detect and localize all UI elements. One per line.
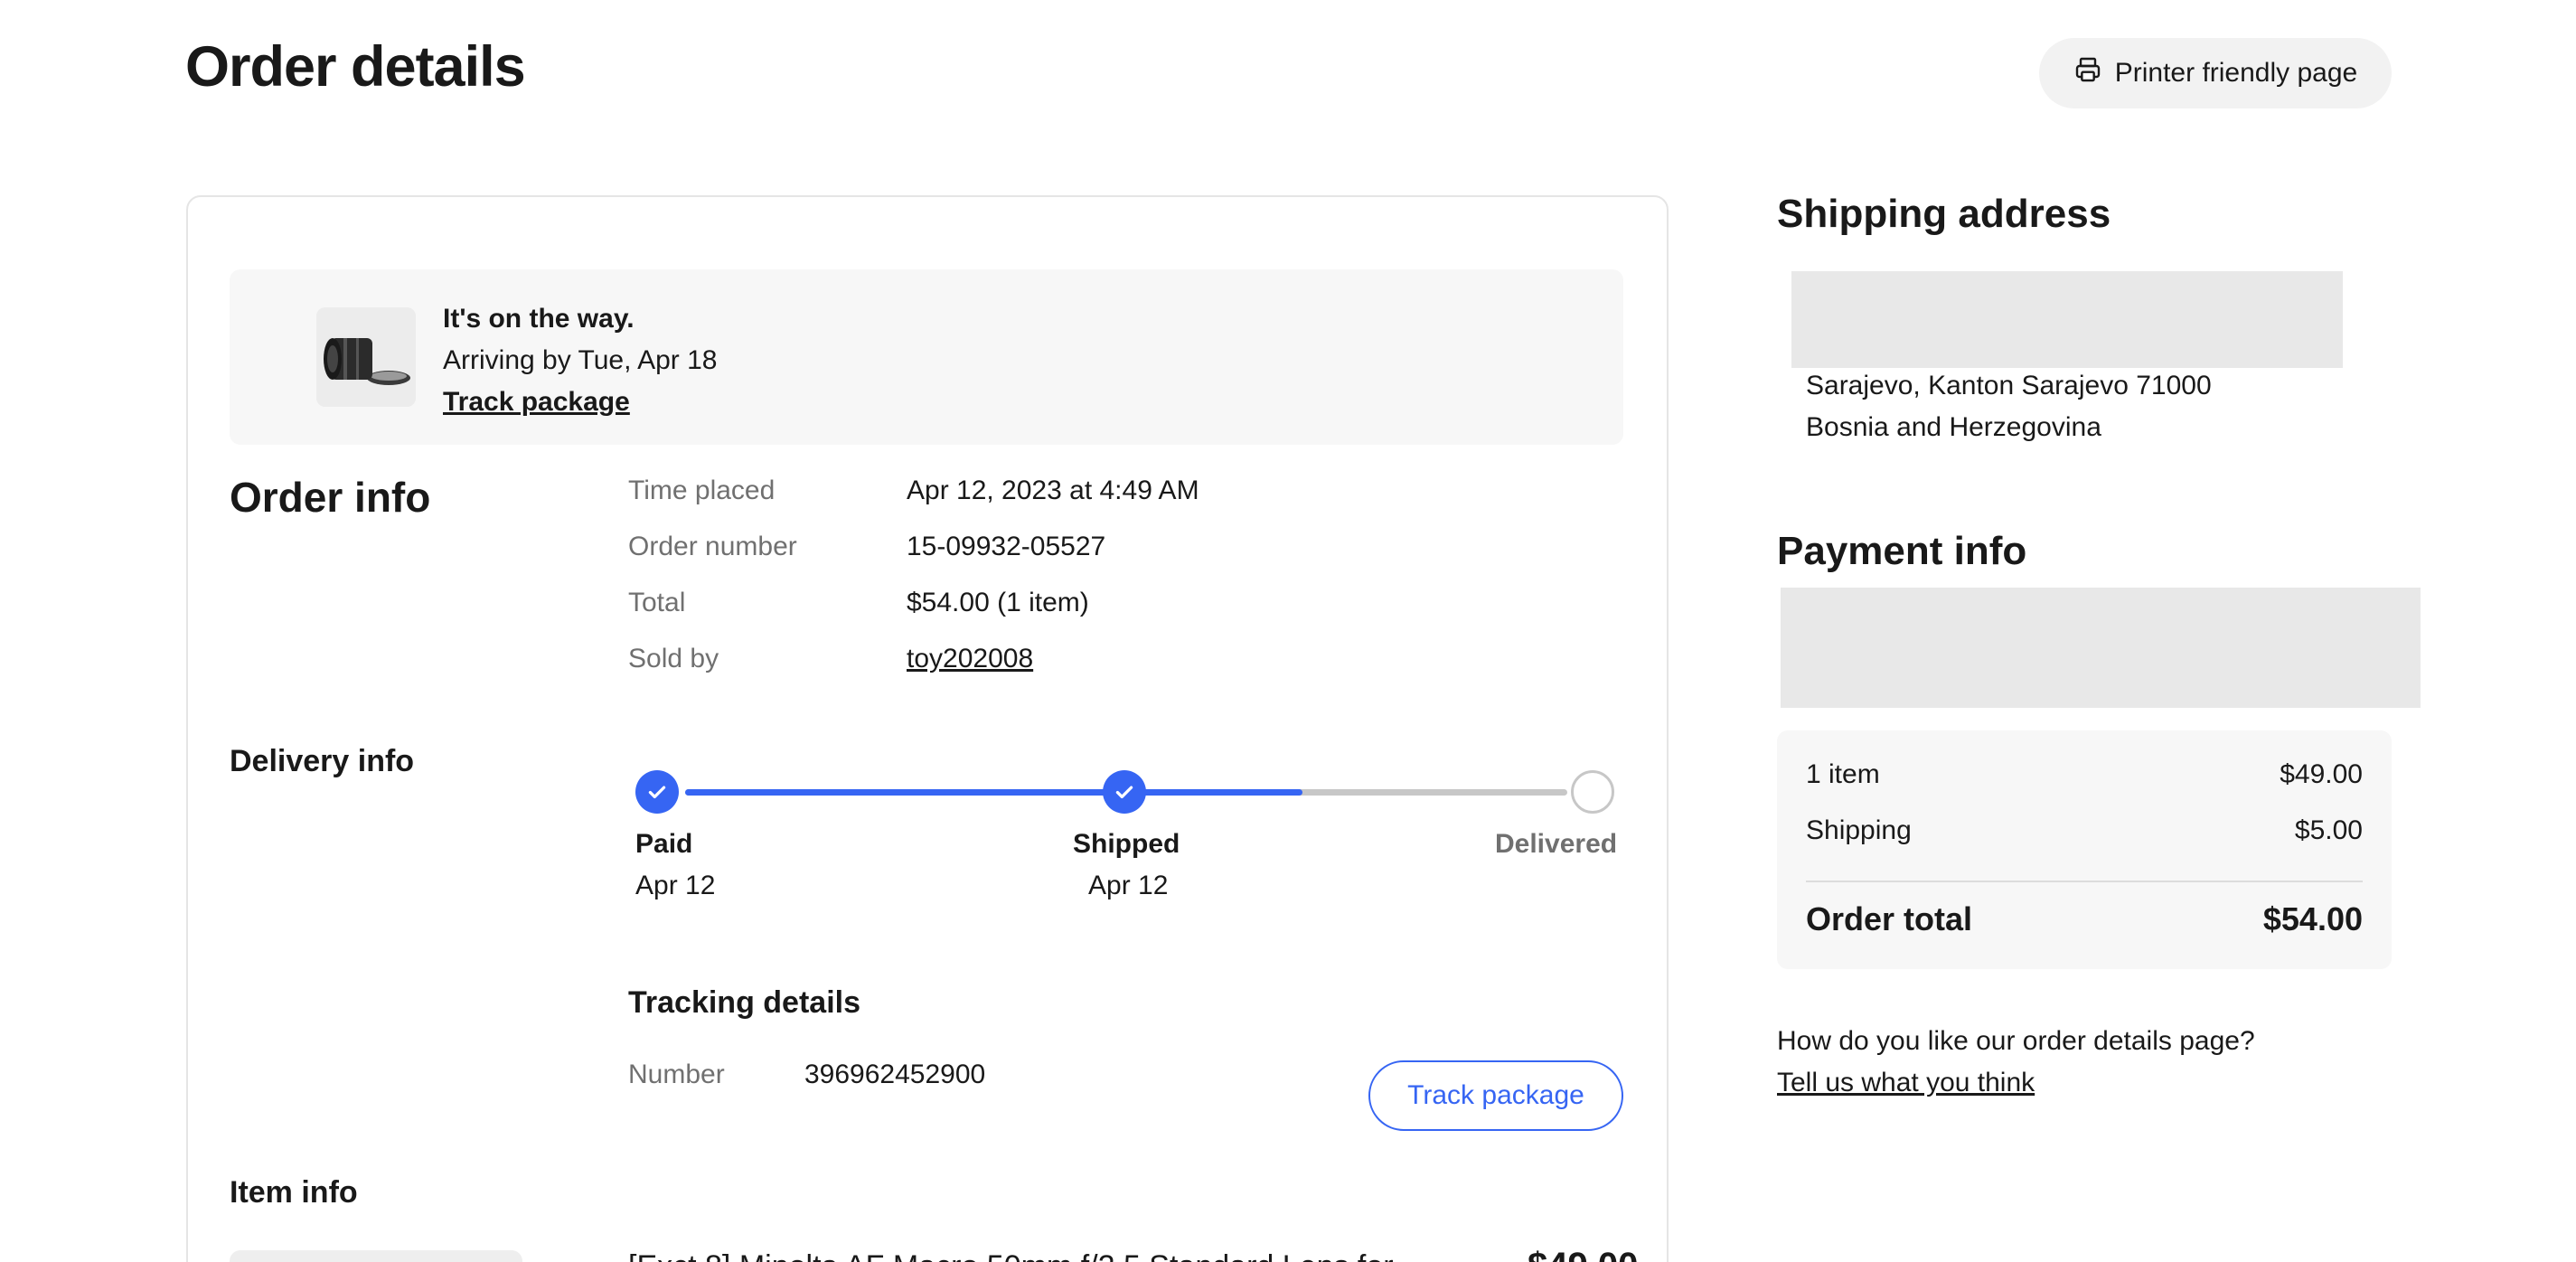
camera-lens-icon xyxy=(316,307,416,407)
sold-by-label: Sold by xyxy=(628,644,719,673)
seller-link[interactable]: toy202008 xyxy=(907,644,1033,674)
summary-items-row: 1 item $49.00 xyxy=(1806,759,2363,790)
status-title: It's on the way. xyxy=(443,304,635,334)
feedback-question: How do you like our order details page? xyxy=(1777,1026,2255,1056)
summary-shipping-row: Shipping $5.00 xyxy=(1806,815,2363,846)
shipping-label: Shipping xyxy=(1806,815,1912,845)
payment-info-heading: Payment info xyxy=(1777,529,2027,573)
order-total-label: Order total xyxy=(1806,900,1973,937)
items-value: $49.00 xyxy=(2280,759,2363,789)
item-info-heading: Item info xyxy=(230,1175,358,1210)
item-price: $49.00 xyxy=(1528,1246,1638,1262)
shipment-status-banner: It's on the way. Arriving by Tue, Apr 18… xyxy=(230,269,1623,445)
address-line-city: Sarajevo, Kanton Sarajevo 71000 xyxy=(1806,371,2212,400)
shipped-step-date: Apr 12 xyxy=(1088,871,1169,900)
item-title-link[interactable]: [Exct 8] Minolta AF Macro 50mm f/2.5 Sta… xyxy=(628,1249,1394,1262)
printer-friendly-button[interactable]: Printer friendly page xyxy=(2039,38,2392,108)
paid-step-label: Paid xyxy=(635,829,693,859)
delivered-step-label: Delivered xyxy=(1495,829,1618,859)
shipping-address: Sarajevo, Kanton Sarajevo 71000 Bosnia a… xyxy=(1806,365,2212,448)
arrival-estimate: Arriving by Tue, Apr 18 xyxy=(443,345,718,375)
tracking-number-value: 396962452900 xyxy=(804,1060,986,1089)
feedback-link[interactable]: Tell us what you think xyxy=(1777,1068,2035,1098)
order-number-value: 15-09932-05527 xyxy=(907,532,1106,561)
track-package-link[interactable]: Track package xyxy=(443,381,718,423)
item-thumbnail[interactable] xyxy=(316,307,416,407)
paid-step-date: Apr 12 xyxy=(635,871,716,900)
total-value: $54.00 (1 item) xyxy=(907,588,1089,617)
item-image[interactable] xyxy=(230,1250,522,1262)
shipping-value: $5.00 xyxy=(2294,815,2363,845)
summary-total-row: Order total $54.00 xyxy=(1806,900,2363,938)
delivery-info-heading: Delivery info xyxy=(230,744,415,778)
printer-friendly-label: Printer friendly page xyxy=(2114,58,2358,88)
progress-fill xyxy=(685,789,1302,796)
track-package-button[interactable]: Track package xyxy=(1368,1060,1623,1131)
tracking-number-label: Number xyxy=(628,1060,725,1089)
printer-icon xyxy=(2073,55,2102,91)
order-info-heading: Order info xyxy=(230,474,431,521)
summary-divider xyxy=(1806,881,2363,882)
total-label: Total xyxy=(628,588,686,617)
page-title: Order details xyxy=(185,35,526,99)
redacted-payment-block xyxy=(1781,588,2421,708)
shipped-step-label: Shipped xyxy=(1073,829,1180,859)
order-number-label: Order number xyxy=(628,532,797,561)
tracking-details-heading: Tracking details xyxy=(628,985,860,1020)
shipping-address-heading: Shipping address xyxy=(1777,192,2111,236)
items-label: 1 item xyxy=(1806,759,1880,789)
shipped-step-check-icon xyxy=(1103,770,1146,814)
address-line-country: Bosnia and Herzegovina xyxy=(1806,412,2101,442)
delivered-step-circle-icon xyxy=(1571,770,1614,814)
redacted-address-block xyxy=(1791,271,2343,368)
order-total-value: $54.00 xyxy=(2262,900,2363,937)
paid-step-check-icon xyxy=(635,770,679,814)
order-summary: 1 item $49.00 Shipping $5.00 Order total… xyxy=(1777,730,2392,969)
time-placed-label: Time placed xyxy=(628,476,776,505)
time-placed-value: Apr 12, 2023 at 4:49 AM xyxy=(907,476,1199,505)
